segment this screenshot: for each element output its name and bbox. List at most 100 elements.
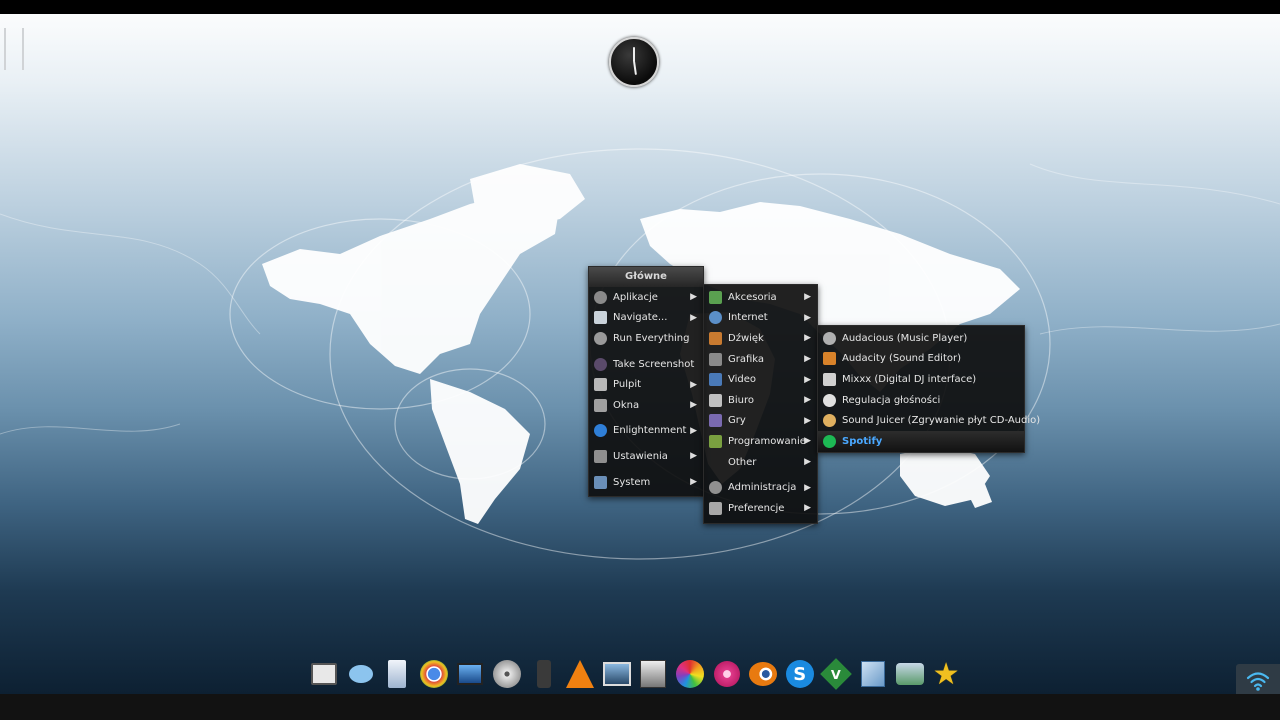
- submenu-arrow-icon: ▶: [804, 482, 811, 493]
- menu-item-label: Gry: [728, 415, 746, 427]
- submenu-arrow-icon: ▶: [804, 503, 811, 514]
- applications-submenu: Akcesoria ▶ Internet ▶ Dźwięk ▶ Grafika ▶ Vi…: [703, 284, 818, 524]
- menu-item-label: Video: [728, 374, 757, 386]
- app-item-spotify[interactable]: Spotify: [818, 430, 1024, 452]
- games-icon: [709, 414, 722, 428]
- audacious-icon: [823, 331, 836, 345]
- vim-icon[interactable]: V: [820, 658, 853, 690]
- app-item-audacity[interactable]: Audacity (Sound Editor): [818, 349, 1024, 370]
- menu-item-label: Biuro: [728, 394, 754, 406]
- desktop-icon: [594, 378, 607, 392]
- submenu-item-programowanie[interactable]: Programowanie ▶: [704, 431, 817, 452]
- skype-icon[interactable]: S: [784, 658, 816, 690]
- wifi-tray[interactable]: [1236, 664, 1280, 694]
- gears-icon: [594, 331, 607, 345]
- camera-icon: [594, 357, 607, 371]
- menu-item-label: Okna: [613, 399, 640, 411]
- tools-icon: [594, 449, 607, 463]
- network-icon[interactable]: [894, 658, 926, 690]
- submenu-item-dzwiek[interactable]: Dźwięk ▶: [704, 328, 817, 349]
- menu-item-pulpit[interactable]: Pulpit ▶: [589, 374, 703, 395]
- submenu-item-administracja[interactable]: Administracja ▶: [704, 477, 817, 498]
- photo-icon[interactable]: [637, 658, 669, 690]
- submenu-arrow-icon: ▶: [804, 312, 811, 323]
- menu-item-label: Run Everything: [613, 332, 690, 344]
- submenu-arrow-icon: ▶: [804, 415, 811, 426]
- media-player-icon[interactable]: [528, 658, 560, 690]
- menu-item-navigate[interactable]: Navigate... ▶: [589, 308, 703, 329]
- submenu-arrow-icon: ▶: [804, 457, 811, 468]
- menu-item-enlightenment[interactable]: Enlightenment ▶: [589, 421, 703, 442]
- submenu-item-preferencje[interactable]: Preferencje ▶: [704, 498, 817, 519]
- submenu-arrow-icon: ▶: [804, 292, 811, 303]
- accessories-icon: [709, 290, 722, 304]
- menu-item-label: Regulacja głośności: [842, 394, 941, 406]
- menu-item-label: System: [613, 476, 651, 488]
- menu-item-label: Administracja: [728, 482, 797, 494]
- blender-icon[interactable]: [747, 658, 779, 690]
- programming-icon: [709, 434, 722, 448]
- office-icon: [709, 393, 722, 407]
- bottom-black-bar: [0, 694, 1280, 720]
- menu-item-label: Pulpit: [613, 379, 642, 391]
- virtualbox-icon[interactable]: [857, 658, 889, 690]
- menu-item-label: Ustawienia: [613, 450, 668, 462]
- menu-item-run-everything[interactable]: Run Everything: [589, 328, 703, 349]
- app-item-sound-juicer[interactable]: Sound Juicer (Zgrywanie płyt CD-Audio): [818, 410, 1040, 431]
- submenu-item-video[interactable]: Video ▶: [704, 369, 817, 390]
- screenshot-icon[interactable]: [601, 658, 633, 690]
- cd-icon: [823, 414, 836, 428]
- admin-icon: [709, 481, 722, 495]
- submenu-item-biuro[interactable]: Biuro ▶: [704, 390, 817, 411]
- submenu-item-gry[interactable]: Gry ▶: [704, 411, 817, 432]
- menu-item-label: Audacious (Music Player): [842, 332, 968, 344]
- sound-submenu: Audacious (Music Player) Audacity (Sound…: [817, 325, 1040, 453]
- apps-icon: [594, 290, 607, 304]
- submenu-arrow-icon: ▶: [690, 425, 697, 436]
- favorites-star-icon[interactable]: ★: [930, 657, 962, 692]
- menu-item-label: Navigate...: [613, 312, 668, 324]
- menu-item-okna[interactable]: Okna ▶: [589, 395, 703, 416]
- app-item-volume-control[interactable]: Regulacja głośności: [818, 390, 1024, 411]
- menu-item-label: Mixxx (Digital DJ interface): [842, 373, 977, 385]
- disc-burner-icon[interactable]: [491, 658, 523, 690]
- menu-item-take-screenshot[interactable]: Take Screenshot: [589, 354, 703, 375]
- submenu-item-akcesoria[interactable]: Akcesoria ▶: [704, 287, 817, 308]
- windows-icon: [594, 398, 607, 412]
- mixxx-icon: [823, 372, 836, 386]
- submenu-item-internet[interactable]: Internet ▶: [704, 308, 817, 329]
- submenu-arrow-icon: ▶: [804, 354, 811, 365]
- desktop-pager[interactable]: [4, 28, 24, 70]
- chat-icon[interactable]: [345, 658, 377, 690]
- files-icon[interactable]: [381, 658, 413, 690]
- menu-item-label: Other: [728, 456, 757, 468]
- submenu-item-other[interactable]: Other ▶: [704, 452, 817, 473]
- monitor-icon: [594, 475, 607, 489]
- video-icon: [709, 373, 722, 387]
- image-viewer-icon[interactable]: [454, 658, 486, 690]
- color-wheel-icon[interactable]: [674, 658, 706, 690]
- menu-item-label: Take Screenshot: [613, 358, 695, 370]
- app-item-audacious[interactable]: Audacious (Music Player): [818, 328, 1024, 349]
- chrome-icon[interactable]: [418, 658, 450, 690]
- menu-item-label: Programowanie: [728, 435, 806, 447]
- submenu-arrow-icon: ▶: [804, 374, 811, 385]
- globe-icon: [709, 311, 722, 325]
- menu-item-ustawienia[interactable]: Ustawienia ▶: [589, 446, 703, 467]
- menu-item-system[interactable]: System ▶: [589, 472, 703, 493]
- submenu-arrow-icon: ▶: [690, 379, 697, 390]
- app-item-mixxx[interactable]: Mixxx (Digital DJ interface): [818, 369, 1024, 390]
- menu-item-label: Internet: [728, 312, 768, 324]
- spotify-icon: [823, 434, 836, 448]
- brush-icon: [709, 352, 722, 366]
- flower-icon[interactable]: [711, 658, 743, 690]
- vlc-icon[interactable]: [564, 658, 596, 690]
- submenu-arrow-icon: ▶: [690, 292, 697, 303]
- enlightenment-icon: [594, 424, 607, 438]
- submenu-item-grafika[interactable]: Grafika ▶: [704, 349, 817, 370]
- terminal-icon[interactable]: [308, 658, 340, 690]
- menu-item-aplikacje[interactable]: Aplikacje ▶: [589, 287, 703, 308]
- submenu-arrow-icon: ▶: [804, 333, 811, 344]
- clock-hour-hand: [633, 47, 635, 62]
- desktop[interactable]: S V ★ Główne Aplikacje ▶ Navigate... ▶ Run…: [0, 14, 1280, 694]
